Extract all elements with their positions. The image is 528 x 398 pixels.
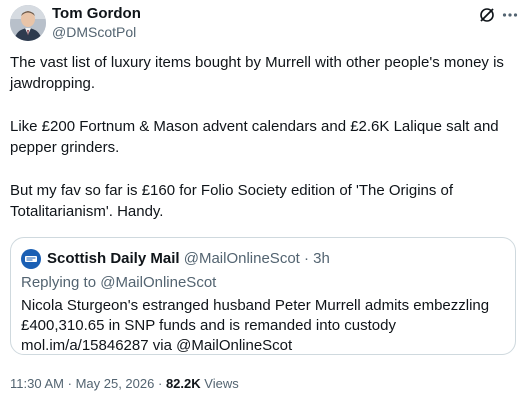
author-handle[interactable]: @DMScotPol [52, 24, 136, 41]
views-label: Views [204, 376, 239, 391]
tweet-text: The vast list of luxury items bought by … [10, 52, 515, 222]
more-dots-icon [502, 13, 518, 17]
quoted-body: Nicola Sturgeon's estranged husband Pete… [21, 297, 490, 354]
person-photo-avatar-icon [10, 5, 46, 41]
author-name[interactable]: Tom Gordon [52, 5, 141, 23]
quoted-source-handle[interactable]: @MailOnlineScot [184, 250, 300, 267]
quoted-header: Scottish Daily Mail @MailOnlineScot · 3h [47, 250, 330, 268]
grok-slash-icon [480, 8, 494, 22]
daily-mail-logo-icon [21, 249, 41, 269]
tweet-time[interactable]: 11:30 AM [10, 376, 64, 391]
replying-prefix: Replying to [21, 274, 97, 291]
quoted-separator: · [304, 250, 309, 267]
tweet-meta: 11:30 AM · May 25, 2026 · 82.2K Views [10, 376, 239, 392]
tweet-paragraph: The vast list of luxury items bought by … [10, 54, 504, 92]
tweet-paragraph: But my fav so far is £160 for Folio Soci… [10, 182, 454, 220]
more-button[interactable] [500, 5, 520, 25]
tweet-paragraph: Like £200 Fortnum & Mason advent calenda… [10, 118, 499, 156]
replying-to-handle[interactable]: @MailOnlineScot [100, 274, 216, 291]
author-avatar[interactable] [10, 5, 46, 41]
views-count: 82.2K [165, 376, 201, 391]
meta-separator: · [67, 376, 72, 391]
meta-separator: · [157, 376, 163, 391]
tweet-card: Tom Gordon @DMScotPol The vast list of l… [0, 0, 528, 398]
quoted-replying-to: Replying to @MailOnlineScot [21, 274, 216, 292]
grok-button[interactable] [477, 5, 497, 25]
tweet-date[interactable]: May 25, 2026 [76, 376, 155, 391]
quoted-tweet[interactable]: Scottish Daily Mail @MailOnlineScot · 3h… [10, 237, 516, 355]
quoted-source-name[interactable]: Scottish Daily Mail [47, 250, 180, 267]
quoted-time[interactable]: 3h [313, 250, 330, 267]
